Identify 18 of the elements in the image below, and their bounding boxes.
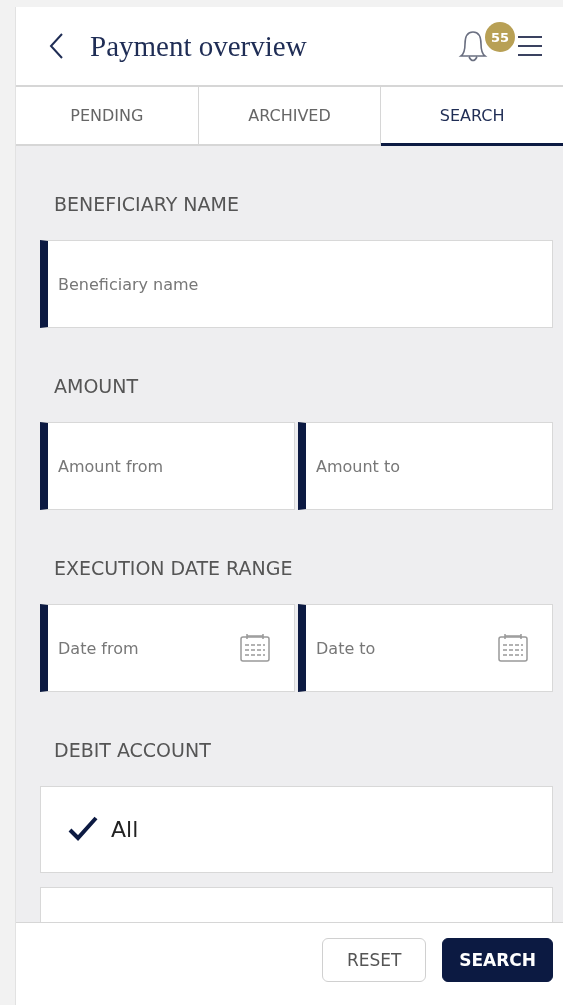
section-label: EXECUTION DATE RANGE [54, 556, 294, 580]
account-option[interactable]: All [40, 786, 553, 873]
menu-icon[interactable] [517, 35, 543, 57]
section-label: AMOUNT [54, 374, 140, 398]
notification-badge: 55 [485, 22, 515, 52]
input-field[interactable]: Amount to [298, 422, 553, 510]
search-button[interactable]: SEARCH [442, 938, 553, 982]
section-label: BENEFICIARY NAME [54, 192, 240, 216]
date-field[interactable]: Date to [298, 604, 553, 692]
page-title: Payment overview [90, 29, 308, 63]
back-icon[interactable] [48, 32, 64, 60]
date-field[interactable]: Date from [40, 604, 295, 692]
section-label: DEBIT ACCOUNT [54, 738, 212, 762]
calendar-icon[interactable] [497, 633, 529, 663]
input-field[interactable]: Amount from [40, 422, 295, 510]
input-field[interactable]: Beneficiary name [40, 240, 553, 328]
reset-button[interactable]: RESET [322, 938, 427, 982]
calendar-icon[interactable] [239, 633, 271, 663]
